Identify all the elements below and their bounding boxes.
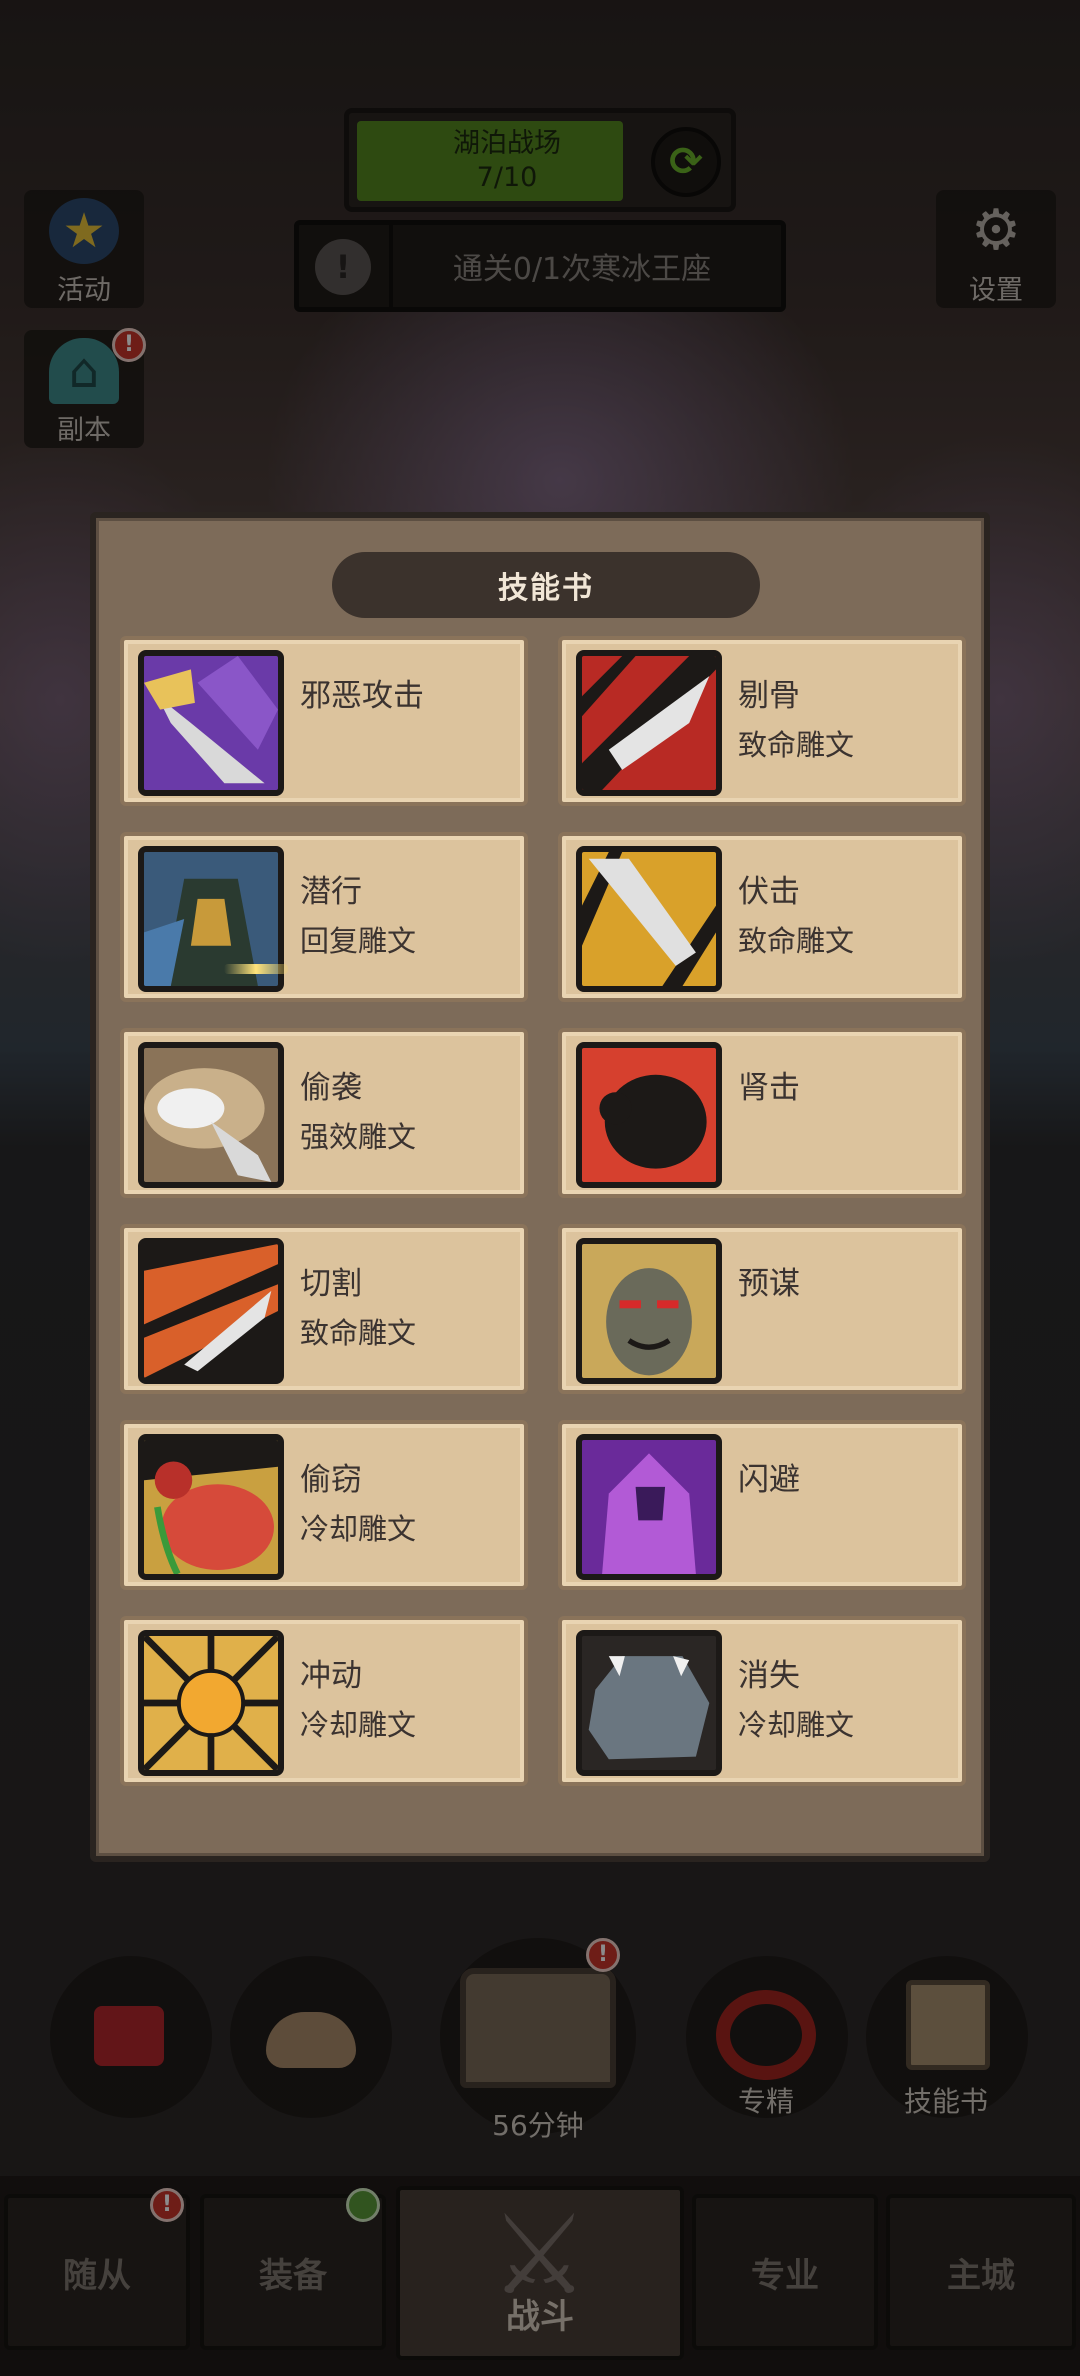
skill-rune: 致命雕文 (738, 728, 855, 762)
skill-rune: 强效雕文 (300, 1120, 417, 1154)
skill-name: 邪恶攻击 (300, 678, 424, 714)
vanish-rock-icon (576, 1630, 722, 1776)
red-blade-icon (576, 650, 722, 796)
skill-card-ambush[interactable]: 伏击 致命雕文 (558, 832, 966, 1002)
skill-rune: 冷却雕文 (300, 1512, 417, 1546)
skill-card-adrenaline[interactable]: 冲动 冷却雕文 (120, 1616, 528, 1786)
skill-card-premeditation[interactable]: 预谋 (558, 1224, 966, 1394)
skill-rune: 冷却雕文 (300, 1708, 417, 1742)
skill-name: 闪避 (738, 1462, 800, 1498)
slice-icon (138, 1238, 284, 1384)
skill-name: 偷窃 (300, 1462, 362, 1498)
adrenaline-icon (138, 1630, 284, 1776)
yellow-dagger-icon (576, 846, 722, 992)
skill-card-backstab[interactable]: 偷袭 强效雕文 (120, 1028, 528, 1198)
skill-card-eviscerate[interactable]: 剔骨 致命雕文 (558, 636, 966, 806)
skill-card-kidney-shot[interactable]: 肾击 (558, 1028, 966, 1198)
premeditation-face-icon (576, 1238, 722, 1384)
skill-card-slice[interactable]: 切割 致命雕文 (120, 1224, 528, 1394)
skill-rune: 致命雕文 (300, 1316, 417, 1350)
skill-name: 消失 (738, 1658, 800, 1694)
skill-name: 偷袭 (300, 1070, 362, 1106)
modal-title: 技能书 (332, 552, 760, 618)
sneak-attack-icon (138, 1042, 284, 1188)
evasion-hood-icon (576, 1434, 722, 1580)
selection-glow (224, 964, 288, 974)
skill-card-stealth[interactable]: 潜行 回复雕文 (120, 832, 528, 1002)
loot-bag-icon (138, 1434, 284, 1580)
skill-name: 冲动 (300, 1658, 362, 1694)
skill-card-evasion[interactable]: 闪避 (558, 1420, 966, 1590)
skill-name: 伏击 (738, 874, 800, 910)
skill-card-pickpocket[interactable]: 偷窃 冷却雕文 (120, 1420, 528, 1590)
skill-name: 剔骨 (738, 678, 800, 714)
skill-rune: 致命雕文 (738, 924, 855, 958)
skill-rune: 冷却雕文 (738, 1708, 855, 1742)
skill-name: 切割 (300, 1266, 362, 1302)
skill-name: 肾击 (738, 1070, 800, 1106)
skill-name: 潜行 (300, 874, 362, 910)
kidney-shot-icon (576, 1042, 722, 1188)
purple-sword-icon (138, 650, 284, 796)
skill-rune: 回复雕文 (300, 924, 417, 958)
skillbook-modal: 技能书 邪恶攻击 剔骨 致命雕文 潜行 回复雕文 伏击 致命雕文 偷袭 强效雕文… (90, 512, 990, 1862)
skill-card-vanish[interactable]: 消失 冷却雕文 (558, 1616, 966, 1786)
skill-card-evil-strike[interactable]: 邪恶攻击 (120, 636, 528, 806)
skill-name: 预谋 (738, 1266, 800, 1302)
